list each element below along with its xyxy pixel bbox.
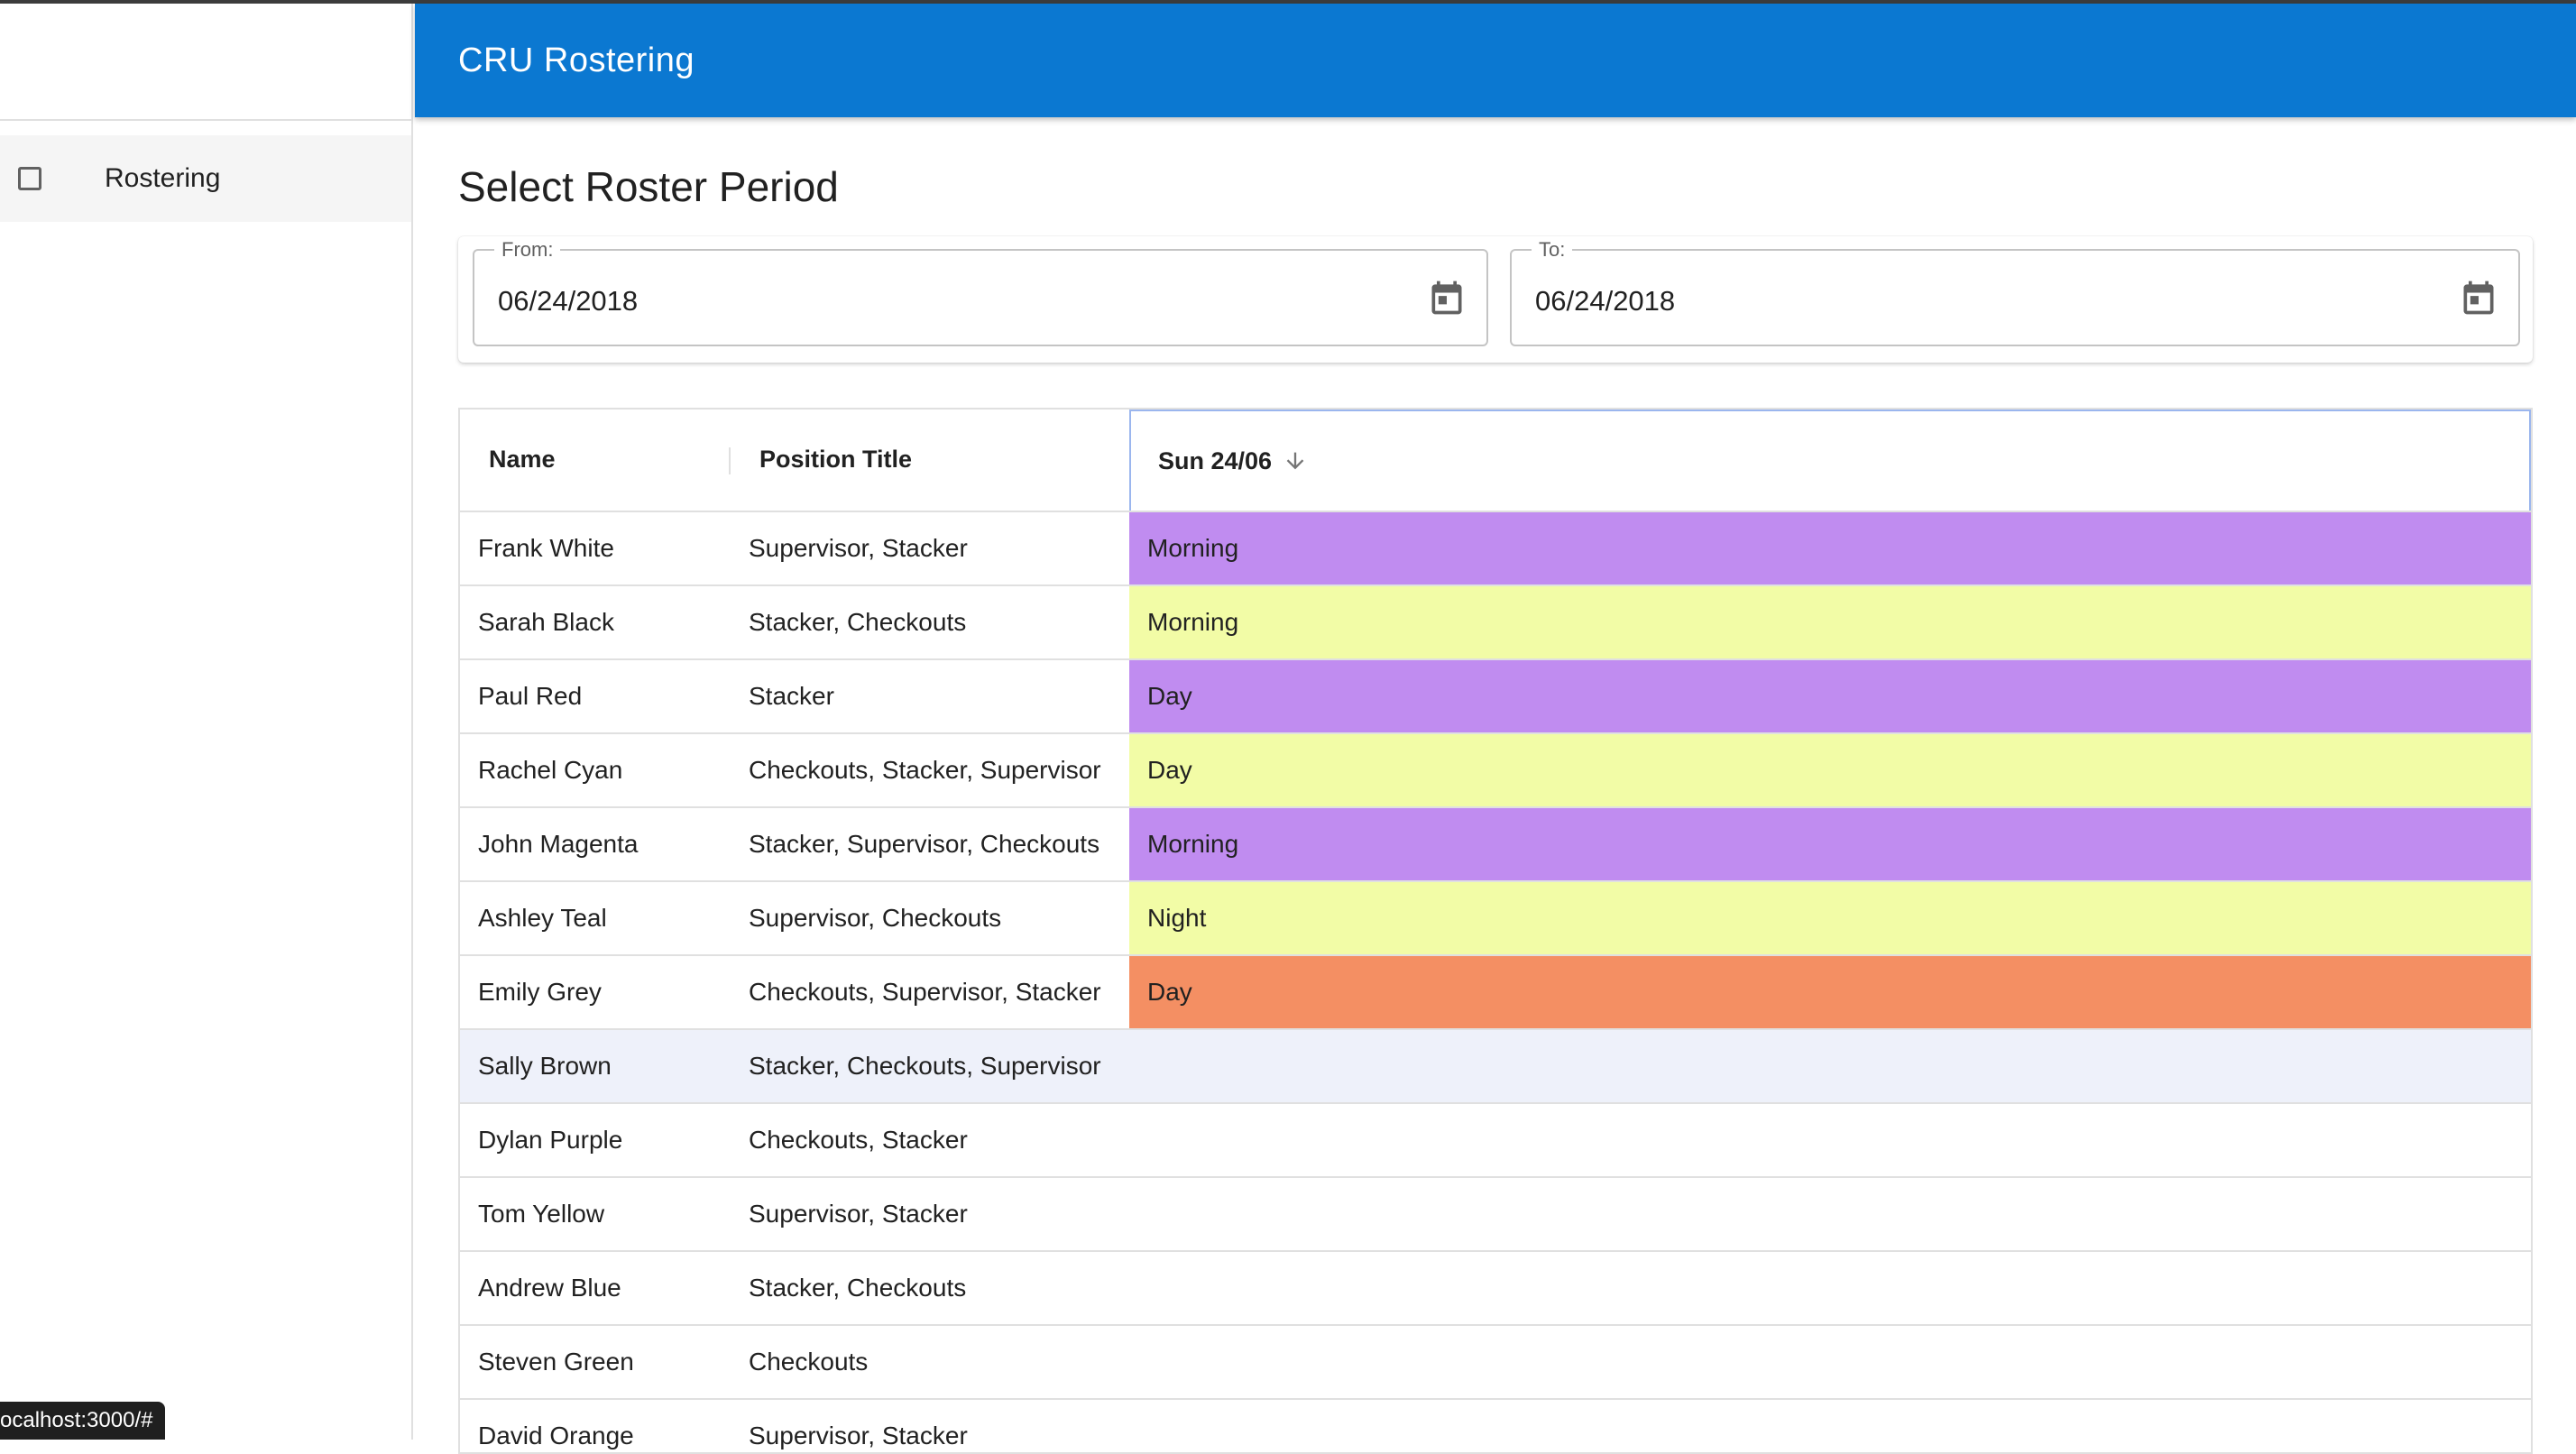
cell-position[interactable]: Stacker	[749, 660, 834, 732]
cell-name[interactable]: Emily Grey	[478, 956, 602, 1028]
from-date-value[interactable]: 06/24/2018	[498, 285, 638, 317]
table-row[interactable]: Sally Brown Stacker, Checkouts, Superviso…	[460, 1030, 2531, 1104]
grid-body: Frank White Supervisor, Stacker Morning Sar…	[460, 512, 2531, 1452]
cell-name[interactable]: David Orange	[478, 1400, 634, 1452]
cell-shift[interactable]	[1129, 1104, 2531, 1176]
cell-position[interactable]: Stacker, Checkouts, Supervisor	[749, 1030, 1101, 1102]
cell-shift[interactable]	[1129, 1400, 2531, 1452]
column-header-date-label: Sun 24/06	[1158, 446, 1273, 474]
arrow-down-icon[interactable]	[1283, 448, 1308, 474]
table-row[interactable]: Sarah Black Stacker, Checkouts Morning	[460, 586, 2531, 660]
table-row[interactable]: Steven Green Checkouts	[460, 1326, 2531, 1400]
cell-name[interactable]: Dylan Purple	[478, 1104, 622, 1176]
calendar-icon[interactable]	[2459, 278, 2498, 317]
cell-name[interactable]: Andrew Blue	[478, 1252, 621, 1324]
table-row[interactable]: Emily Grey Checkouts, Supervisor, Stacker…	[460, 956, 2531, 1030]
roster-period-card: From: 06/24/2018 To: 06/24/2018	[458, 236, 2533, 363]
cell-shift[interactable]	[1129, 1030, 2531, 1102]
grid-header: Name Position Title Sun 24/06	[460, 410, 2531, 512]
cell-position[interactable]: Supervisor, Stacker	[749, 1400, 968, 1452]
cell-name[interactable]: Rachel Cyan	[478, 734, 622, 806]
cell-name[interactable]: Tom Yellow	[478, 1178, 604, 1250]
page-title: Select Roster Period	[458, 163, 839, 210]
cell-position[interactable]: Checkouts, Stacker	[749, 1104, 968, 1176]
column-separator[interactable]	[729, 447, 731, 474]
cell-name[interactable]: Ashley Teal	[478, 882, 607, 954]
app-bar: CRU Rostering	[415, 4, 2576, 117]
cell-shift[interactable]: Morning	[1129, 808, 2531, 880]
table-row[interactable]: Dylan Purple Checkouts, Stacker	[460, 1104, 2531, 1178]
from-date-label: From:	[494, 238, 561, 262]
sidebar-item-rostering[interactable]: Rostering	[0, 135, 411, 222]
cell-position[interactable]: Stacker, Checkouts	[749, 586, 966, 658]
table-row[interactable]: Ashley Teal Supervisor, Checkouts Night	[460, 882, 2531, 956]
cell-position[interactable]: Checkouts, Stacker, Supervisor	[749, 734, 1101, 806]
status-url-tooltip: ocalhost:3000/#	[0, 1402, 166, 1440]
column-header-date[interactable]: Sun 24/06	[1129, 410, 2531, 511]
cell-position[interactable]: Supervisor, Checkouts	[749, 882, 1001, 954]
table-row[interactable]: Frank White Supervisor, Stacker Morning	[460, 512, 2531, 586]
table-row[interactable]: John Magenta Stacker, Supervisor, Checkou…	[460, 808, 2531, 882]
cell-position[interactable]: Stacker, Supervisor, Checkouts	[749, 808, 1099, 880]
cell-shift[interactable]: Day	[1129, 734, 2531, 806]
cell-name[interactable]: Sally Brown	[478, 1030, 612, 1102]
calendar-icon[interactable]	[1427, 278, 1467, 317]
cell-shift[interactable]: Morning	[1129, 512, 2531, 584]
cell-name[interactable]: Frank White	[478, 512, 614, 584]
to-date-field[interactable]: To: 06/24/2018	[1510, 238, 2520, 346]
table-row[interactable]: Andrew Blue Stacker, Checkouts	[460, 1252, 2531, 1326]
cell-position[interactable]: Checkouts, Supervisor, Stacker	[749, 956, 1101, 1028]
column-header-name[interactable]: Name	[489, 410, 556, 509]
cell-shift[interactable]	[1129, 1252, 2531, 1324]
table-row[interactable]: Paul Red Stacker Day	[460, 660, 2531, 734]
cell-position[interactable]: Checkouts	[749, 1326, 868, 1398]
checkbox-icon	[18, 167, 41, 190]
to-date-value[interactable]: 06/24/2018	[1535, 285, 1675, 317]
table-row[interactable]: Rachel Cyan Checkouts, Stacker, Superviso…	[460, 734, 2531, 808]
sidebar-item-label: Rostering	[105, 163, 221, 193]
sidebar-header	[0, 4, 411, 121]
cell-shift[interactable]: Night	[1129, 882, 2531, 954]
sidebar: Rostering	[0, 4, 413, 1440]
cell-shift[interactable]: Day	[1129, 956, 2531, 1028]
from-date-field[interactable]: From: 06/24/2018	[473, 238, 1488, 346]
table-row[interactable]: Tom Yellow Supervisor, Stacker	[460, 1178, 2531, 1252]
cell-shift[interactable]: Day	[1129, 660, 2531, 732]
table-row[interactable]: David Orange Supervisor, Stacker	[460, 1400, 2531, 1452]
cell-position[interactable]: Supervisor, Stacker	[749, 1178, 968, 1250]
to-date-label: To:	[1532, 238, 1573, 262]
cell-name[interactable]: Paul Red	[478, 660, 582, 732]
cell-shift[interactable]	[1129, 1326, 2531, 1398]
column-header-position[interactable]: Position Title	[759, 410, 912, 509]
cell-name[interactable]: John Magenta	[478, 808, 638, 880]
cell-shift[interactable]: Morning	[1129, 586, 2531, 658]
app-title: CRU Rostering	[458, 41, 695, 79]
cell-name[interactable]: Steven Green	[478, 1326, 634, 1398]
cell-name[interactable]: Sarah Black	[478, 586, 614, 658]
cell-position[interactable]: Stacker, Checkouts	[749, 1252, 966, 1324]
cell-position[interactable]: Supervisor, Stacker	[749, 512, 968, 584]
roster-grid: Name Position Title Sun 24/06 Frank Whit…	[458, 408, 2533, 1454]
cell-shift[interactable]	[1129, 1178, 2531, 1250]
